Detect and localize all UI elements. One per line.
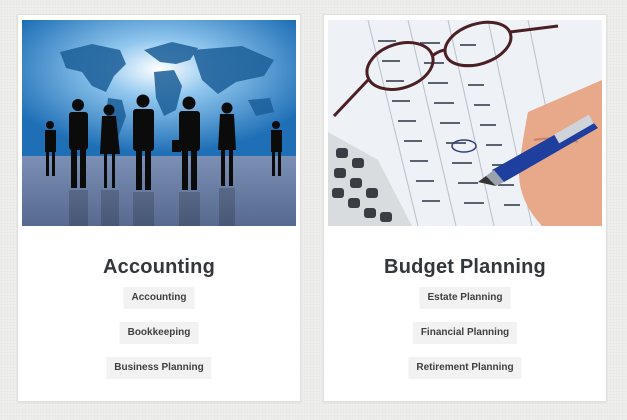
tag-financial-planning[interactable]: Financial Planning	[412, 322, 518, 344]
service-card-budget-planning: Budget Planning Estate Planning Financia…	[323, 14, 607, 402]
tag-business-planning[interactable]: Business Planning	[106, 357, 212, 379]
service-card-accounting: Accounting Accounting Bookkeeping Busine…	[17, 14, 301, 402]
tag-bookkeeping[interactable]: Bookkeeping	[119, 322, 199, 344]
card-image-accounting	[22, 20, 296, 226]
tag-accounting[interactable]: Accounting	[123, 287, 195, 309]
business-team-illustration	[22, 20, 296, 226]
card-title: Budget Planning	[384, 256, 546, 278]
card-title: Accounting	[103, 256, 215, 278]
card-image-budget-planning	[328, 20, 602, 226]
budget-spreadsheet-photo	[328, 20, 602, 226]
tag-retirement-planning[interactable]: Retirement Planning	[408, 357, 522, 379]
tag-estate-planning[interactable]: Estate Planning	[419, 287, 511, 309]
